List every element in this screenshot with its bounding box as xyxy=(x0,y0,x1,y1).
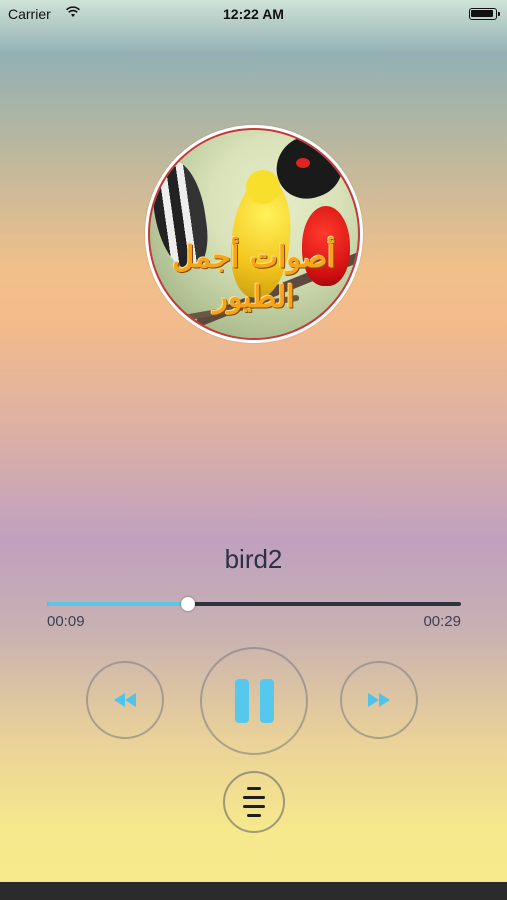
fast-forward-button[interactable] xyxy=(340,661,418,739)
track-title: bird2 xyxy=(224,544,283,574)
album-title-line2: الطيور xyxy=(213,280,295,315)
album-artwork-image: أصوات أجمل الطيور xyxy=(148,128,360,340)
progress-fill xyxy=(47,602,188,606)
album-title-line1: أصوات أجمل xyxy=(172,240,336,275)
playlist-button[interactable] xyxy=(223,771,285,833)
pause-icon xyxy=(234,679,274,723)
rewind-button[interactable] xyxy=(86,661,164,739)
album-art: أصوات أجمل الطيور xyxy=(145,125,363,343)
elapsed-time: 00:09 xyxy=(47,613,85,630)
bottom-bar xyxy=(0,882,507,900)
pause-button[interactable] xyxy=(200,647,308,755)
yellow-bird-head xyxy=(246,170,280,204)
battery-icon xyxy=(469,8,500,20)
playlist-icon xyxy=(243,787,265,817)
rewind-icon xyxy=(114,693,136,707)
fast-forward-icon xyxy=(368,693,390,707)
clock: 12:22 AM xyxy=(223,6,284,22)
total-time: 00:29 xyxy=(423,613,461,630)
red-wing-patch xyxy=(296,158,310,168)
progress-slider[interactable] xyxy=(47,597,461,611)
status-bar: Carrier 12:22 AM xyxy=(0,0,507,30)
progress-thumb[interactable] xyxy=(180,597,195,611)
